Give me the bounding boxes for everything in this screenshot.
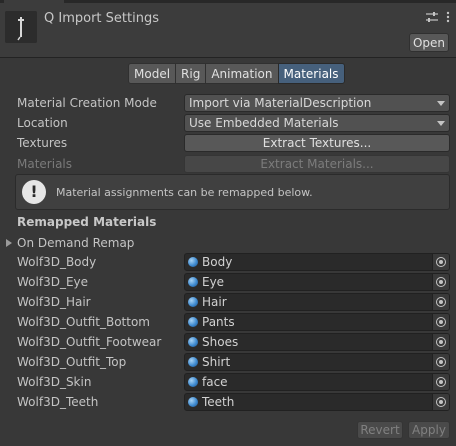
material-name: Eye (202, 275, 225, 289)
dropdown-arrow-icon (437, 101, 445, 106)
extract-materials-button[interactable]: Extract Materials... (184, 155, 450, 173)
warning-icon: ! (22, 180, 46, 204)
material-sphere-icon (188, 257, 198, 267)
remap-row: Wolf3D_Outfit_Footwear Shoes (0, 333, 456, 353)
tab-animation[interactable]: Animation (205, 63, 279, 84)
material-object-field[interactable]: Pants (184, 313, 450, 331)
apply-button[interactable]: Apply (408, 421, 450, 439)
remap-row: Wolf3D_Teeth Teeth (0, 393, 456, 413)
material-sphere-icon (188, 277, 198, 287)
remap-source-name: Wolf3D_Eye (17, 275, 89, 289)
material-object-field[interactable]: Eye (184, 273, 450, 291)
object-picker-icon[interactable] (432, 354, 449, 370)
material-name: Teeth (202, 395, 235, 409)
remap-source-name: Wolf3D_Outfit_Bottom (17, 315, 150, 329)
remap-source-name: Wolf3D_Teeth (17, 395, 99, 409)
material-object-field[interactable]: Teeth (184, 393, 450, 411)
remap-source-name: Wolf3D_Body (17, 255, 97, 269)
material-object-field[interactable]: Shoes (184, 333, 450, 351)
page-title: Q Import Settings (44, 11, 159, 26)
material-name: face (202, 375, 228, 389)
material-sphere-icon (188, 397, 198, 407)
remap-row: Wolf3D_Outfit_Top Shirt (0, 353, 456, 373)
remap-row: Wolf3D_Eye Eye (0, 273, 456, 293)
object-picker-icon[interactable] (432, 294, 449, 310)
creation-mode-dropdown[interactable]: Import via MaterialDescription (184, 94, 450, 112)
kebab-menu-icon[interactable] (441, 10, 455, 24)
material-name: Hair (202, 295, 227, 309)
on-demand-remap-label: On Demand Remap (17, 236, 135, 250)
material-object-field[interactable]: face (184, 373, 450, 391)
material-object-field[interactable]: Body (184, 253, 450, 271)
location-value: Use Embedded Materials (189, 116, 339, 130)
on-demand-remap-foldout[interactable]: On Demand Remap (0, 234, 456, 254)
material-object-field[interactable]: Shirt (184, 353, 450, 371)
help-text: Material assignments can be remapped bel… (56, 186, 313, 199)
asset-icon (5, 11, 37, 43)
location-dropdown[interactable]: Use Embedded Materials (184, 114, 450, 132)
foldout-arrow-icon[interactable] (6, 239, 12, 247)
object-picker-icon[interactable] (432, 254, 449, 270)
open-button[interactable]: Open (409, 33, 449, 52)
materials-row: Materials Extract Materials... (0, 155, 456, 175)
object-picker-icon[interactable] (432, 274, 449, 290)
help-box: ! Material assignments can be remapped b… (15, 174, 450, 210)
material-sphere-icon (188, 317, 198, 327)
material-sphere-icon (188, 357, 198, 367)
revert-button[interactable]: Revert (357, 421, 403, 439)
remap-source-name: Wolf3D_Hair (17, 295, 91, 309)
material-name: Shoes (202, 335, 239, 349)
importer-tabs: Model Rig Animation Materials (128, 63, 345, 84)
remapped-materials-heading: Remapped Materials (17, 215, 157, 229)
object-picker-icon[interactable] (432, 334, 449, 350)
remap-source-name: Wolf3D_Skin (17, 375, 92, 389)
object-picker-icon[interactable] (432, 374, 449, 390)
object-picker-icon[interactable] (432, 394, 449, 410)
extract-textures-button[interactable]: Extract Textures... (184, 134, 450, 152)
header-divider (0, 57, 456, 58)
location-label: Location (17, 116, 68, 130)
creation-mode-label: Material Creation Mode (17, 96, 157, 110)
materials-label: Materials (17, 157, 73, 171)
material-name: Shirt (202, 355, 231, 369)
remap-row: Wolf3D_Hair Hair (0, 293, 456, 313)
material-sphere-icon (188, 297, 198, 307)
material-sphere-icon (188, 377, 198, 387)
material-name: Body (202, 255, 233, 269)
remap-row: Wolf3D_Outfit_Bottom Pants (0, 313, 456, 333)
tab-rig[interactable]: Rig (175, 63, 207, 84)
creation-mode-value: Import via MaterialDescription (189, 96, 372, 110)
object-picker-icon[interactable] (432, 314, 449, 330)
material-name: Pants (202, 315, 235, 329)
textures-label: Textures (17, 136, 68, 150)
textures-row: Textures Extract Textures... (0, 134, 456, 154)
sliders-icon[interactable] (425, 10, 439, 24)
inspector-header: Q Import Settings Open (0, 3, 456, 57)
remap-source-name: Wolf3D_Outfit_Top (17, 355, 127, 369)
material-object-field[interactable]: Hair (184, 293, 450, 311)
tab-materials[interactable]: Materials (277, 63, 345, 84)
creation-mode-row: Material Creation Mode Import via Materi… (0, 94, 456, 114)
tab-model[interactable]: Model (128, 63, 177, 84)
remap-row: Wolf3D_Skin face (0, 373, 456, 393)
remap-row: Wolf3D_Body Body (0, 253, 456, 273)
remap-source-name: Wolf3D_Outfit_Footwear (17, 335, 162, 349)
dropdown-arrow-icon (437, 121, 445, 126)
location-row: Location Use Embedded Materials (0, 114, 456, 134)
material-sphere-icon (188, 337, 198, 347)
